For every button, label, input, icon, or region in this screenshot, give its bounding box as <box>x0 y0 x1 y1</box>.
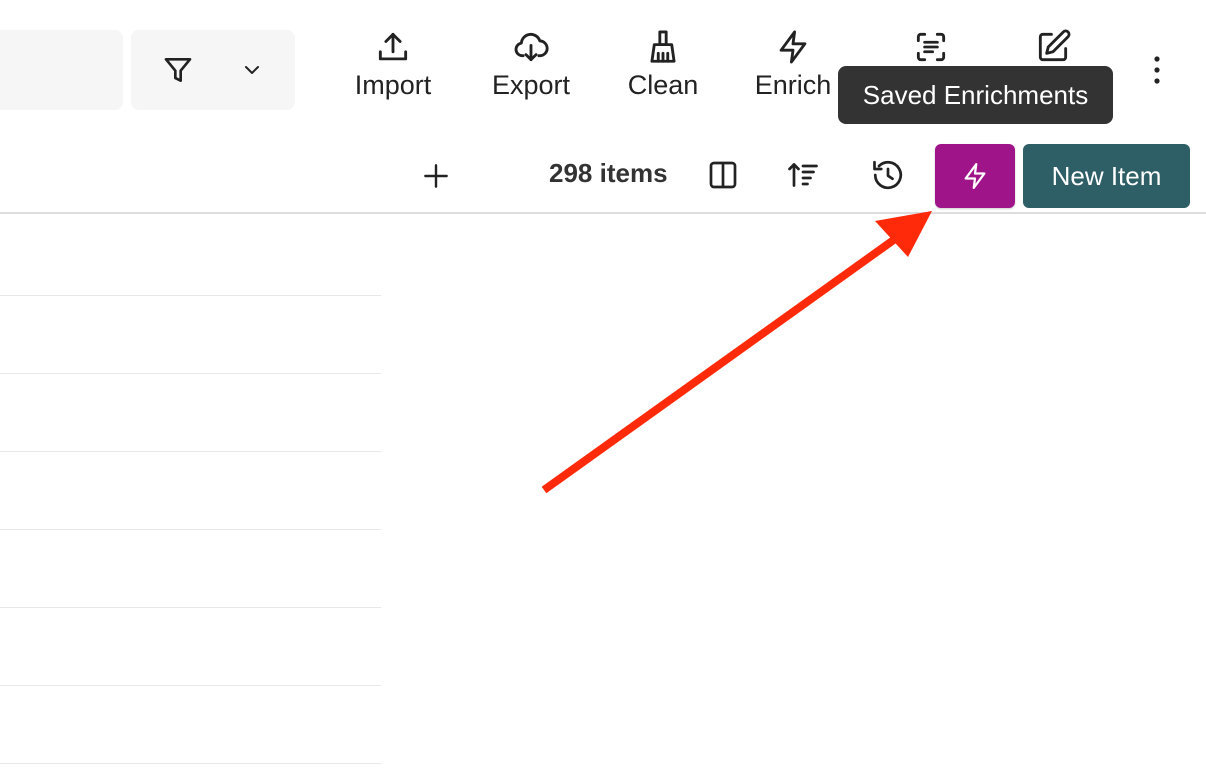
import-label: Import <box>354 70 432 100</box>
cloud-download-icon <box>514 32 549 62</box>
filter-icon[interactable] <box>162 54 194 86</box>
table-row-divider <box>0 763 381 764</box>
broom-icon <box>650 30 676 63</box>
lightning-icon <box>779 30 807 64</box>
export-label: Export <box>491 70 571 100</box>
clean-button[interactable]: Clean <box>624 28 702 112</box>
lightning-icon <box>964 163 986 189</box>
import-button[interactable]: Import <box>350 28 436 112</box>
clean-label: Clean <box>627 70 699 100</box>
scan-text-icon <box>916 32 946 62</box>
table-row-divider <box>0 607 381 608</box>
more-vertical-icon[interactable] <box>1145 52 1169 88</box>
new-item-button[interactable]: New Item <box>1023 144 1190 208</box>
table-row-divider <box>0 295 381 296</box>
export-button[interactable]: Export <box>488 28 574 112</box>
table-row-divider <box>0 529 381 530</box>
table-row-divider <box>0 373 381 374</box>
enrich-button[interactable]: Enrich <box>752 28 834 112</box>
saved-enrichments-button[interactable] <box>935 144 1015 208</box>
plus-icon[interactable] <box>420 160 452 192</box>
sort-icon[interactable] <box>785 157 821 193</box>
enrich-label: Enrich <box>754 70 832 100</box>
edit-icon <box>1038 29 1071 62</box>
upload-icon <box>378 32 408 61</box>
table-row-divider <box>0 685 381 686</box>
history-icon[interactable] <box>870 157 906 193</box>
saved-enrichments-tooltip: Saved Enrichments <box>838 66 1113 124</box>
table-row-divider <box>0 451 381 452</box>
header-divider <box>0 212 1206 214</box>
columns-icon[interactable] <box>705 157 741 193</box>
search-box[interactable] <box>0 30 123 110</box>
item-count: 298 items <box>549 158 668 188</box>
chevron-down-icon[interactable] <box>240 58 264 82</box>
filter-group <box>131 30 295 110</box>
